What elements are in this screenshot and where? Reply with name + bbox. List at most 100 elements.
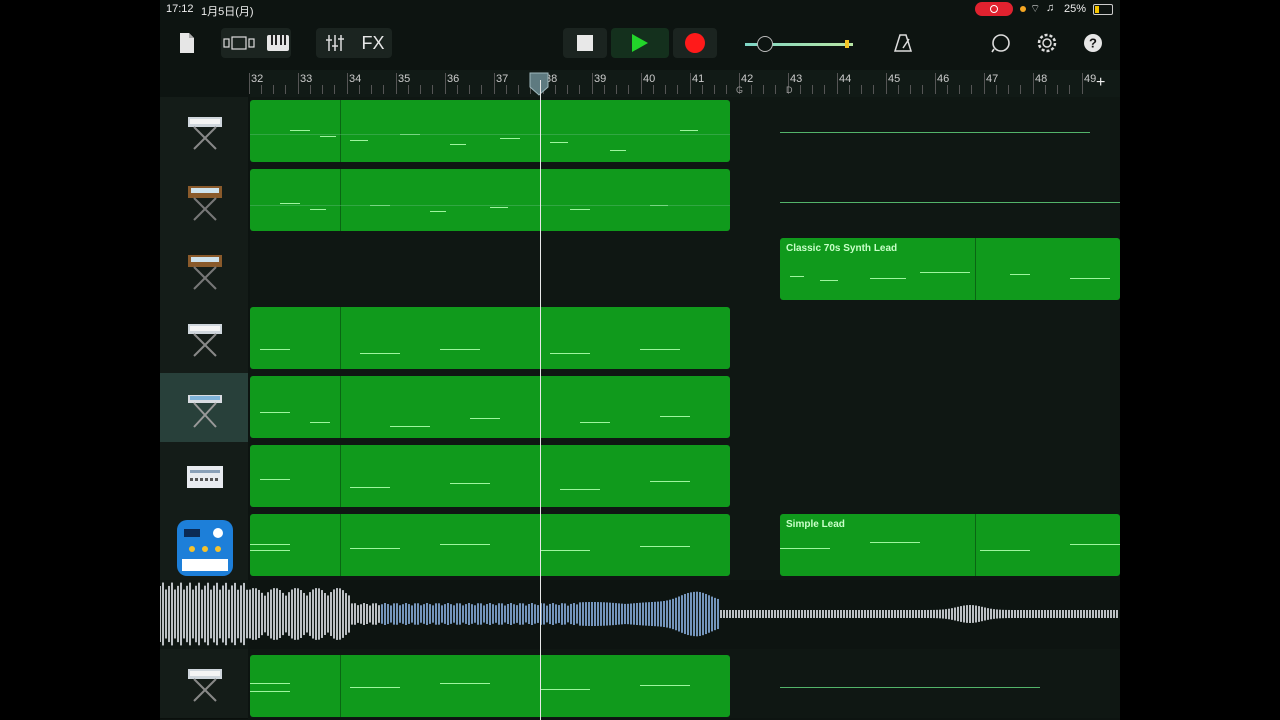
track-lane-4[interactable] [250, 304, 1120, 373]
midi-note [350, 548, 400, 549]
bar-number: 36 [447, 73, 460, 85]
ruler-tick [579, 85, 580, 94]
tracks-view-button[interactable] [222, 28, 256, 58]
midi-note [440, 349, 480, 350]
midi-note [820, 280, 838, 281]
my-songs-button[interactable] [174, 28, 200, 58]
ruler-tick [359, 85, 360, 94]
ruler-tick [1020, 85, 1021, 94]
track-header-9[interactable] [160, 649, 248, 719]
instrument-view-button[interactable] [264, 28, 292, 58]
track-lane-6[interactable] [250, 442, 1120, 511]
mic-indicator-icon [1020, 6, 1026, 12]
midi-region[interactable] [250, 514, 730, 576]
track-header-1[interactable] [160, 97, 248, 167]
timeline-ruler[interactable]: 32 33 34 35 36 37 38 39 40 41 42 43 44 45 46 47 48 49 G D… [160, 70, 1120, 97]
master-volume-slider[interactable] [745, 36, 855, 52]
midi-region-classic-70s-synth-lead[interactable]: Classic 70s Synth Lead [780, 238, 1120, 300]
track-header-4[interactable] [160, 304, 248, 374]
metronome-button[interactable] [891, 28, 915, 58]
ruler-tick [751, 85, 752, 94]
midi-note [650, 481, 690, 482]
record-button[interactable] [673, 28, 717, 58]
midi-region[interactable] [250, 307, 730, 369]
track-lane-5[interactable] [250, 373, 1120, 442]
track-lane-7[interactable]: Simple Lead [250, 511, 1120, 580]
midi-note [260, 412, 290, 413]
bar-number: 49 [1084, 73, 1097, 85]
ruler-tick [1008, 85, 1009, 94]
automation-line [780, 202, 1120, 203]
track-lane-3[interactable]: Classic 70s Synth Lead [250, 235, 1120, 304]
ruler-tick [1033, 73, 1034, 94]
midi-note [250, 683, 290, 684]
track-lane-1[interactable] [250, 97, 1120, 166]
track-header-6[interactable] [160, 442, 248, 512]
midi-region-simple-lead[interactable]: Simple Lead [780, 514, 1120, 576]
keyboard-silver-icon [188, 117, 222, 150]
track-header-7[interactable] [160, 511, 248, 581]
play-icon [632, 34, 648, 52]
midi-note [780, 548, 830, 549]
ruler-tick [555, 85, 556, 94]
midi-note [640, 349, 680, 350]
automation-line [780, 132, 1090, 133]
audio-waveform [160, 582, 1118, 646]
ruler-tick [800, 85, 801, 94]
midi-region[interactable] [250, 100, 730, 162]
ruler-tick [861, 85, 862, 94]
midi-note [250, 544, 290, 545]
ruler-tick [273, 85, 274, 94]
settings-button[interactable] [1034, 28, 1060, 58]
track-lane-2[interactable] [250, 166, 1120, 235]
midi-note [870, 542, 920, 543]
play-button[interactable] [611, 28, 669, 58]
ruler-tick [775, 85, 776, 94]
help-button[interactable]: ? [1080, 28, 1106, 58]
midi-note [450, 483, 490, 484]
add-section-button[interactable]: + [1096, 74, 1105, 92]
mixer-button[interactable] [320, 28, 350, 58]
ruler-tick [481, 85, 482, 94]
playhead[interactable] [540, 80, 541, 720]
ruler-tick [922, 85, 923, 94]
midi-note [440, 683, 490, 684]
ruler-tick [837, 73, 838, 94]
playhead-handle[interactable] [529, 72, 549, 96]
track-lane-8[interactable] [160, 580, 1120, 649]
ruler-tick [494, 73, 495, 94]
volume-knob[interactable] [757, 36, 773, 52]
ruler-tick [445, 73, 446, 94]
loop-browser-button[interactable] [988, 28, 1014, 58]
midi-note [250, 691, 290, 692]
ruler-tick [518, 85, 519, 94]
ruler-tick [1069, 85, 1070, 94]
ruler-tick [592, 73, 593, 94]
track-header-5[interactable] [160, 373, 248, 443]
stop-button[interactable] [563, 28, 607, 58]
gear-icon [1037, 33, 1057, 53]
fx-button[interactable]: FX [358, 28, 388, 58]
track-header-2[interactable] [160, 166, 248, 236]
midi-region[interactable] [250, 655, 730, 717]
keyboard-stand-icon [188, 395, 222, 428]
midi-region[interactable] [250, 169, 730, 231]
bar-number: 33 [300, 73, 313, 85]
ruler-tick [702, 85, 703, 94]
level-meter [845, 40, 849, 48]
ruler-tick [641, 73, 642, 94]
ruler-tick [984, 73, 985, 94]
track-lane-9[interactable] [250, 649, 1120, 718]
ruler-tick [653, 85, 654, 94]
midi-note [1070, 544, 1120, 545]
midi-note [260, 479, 290, 480]
midi-region[interactable] [250, 376, 730, 438]
midi-note [350, 140, 368, 141]
ruler-tick [763, 85, 764, 94]
midi-note [490, 207, 508, 208]
track-header-3[interactable] [160, 235, 248, 305]
loop-icon [991, 34, 1010, 53]
tracks-area: Classic 70s Synth Lead Simple Lead [160, 97, 1120, 720]
midi-region[interactable] [250, 445, 730, 507]
midi-note [640, 685, 690, 686]
